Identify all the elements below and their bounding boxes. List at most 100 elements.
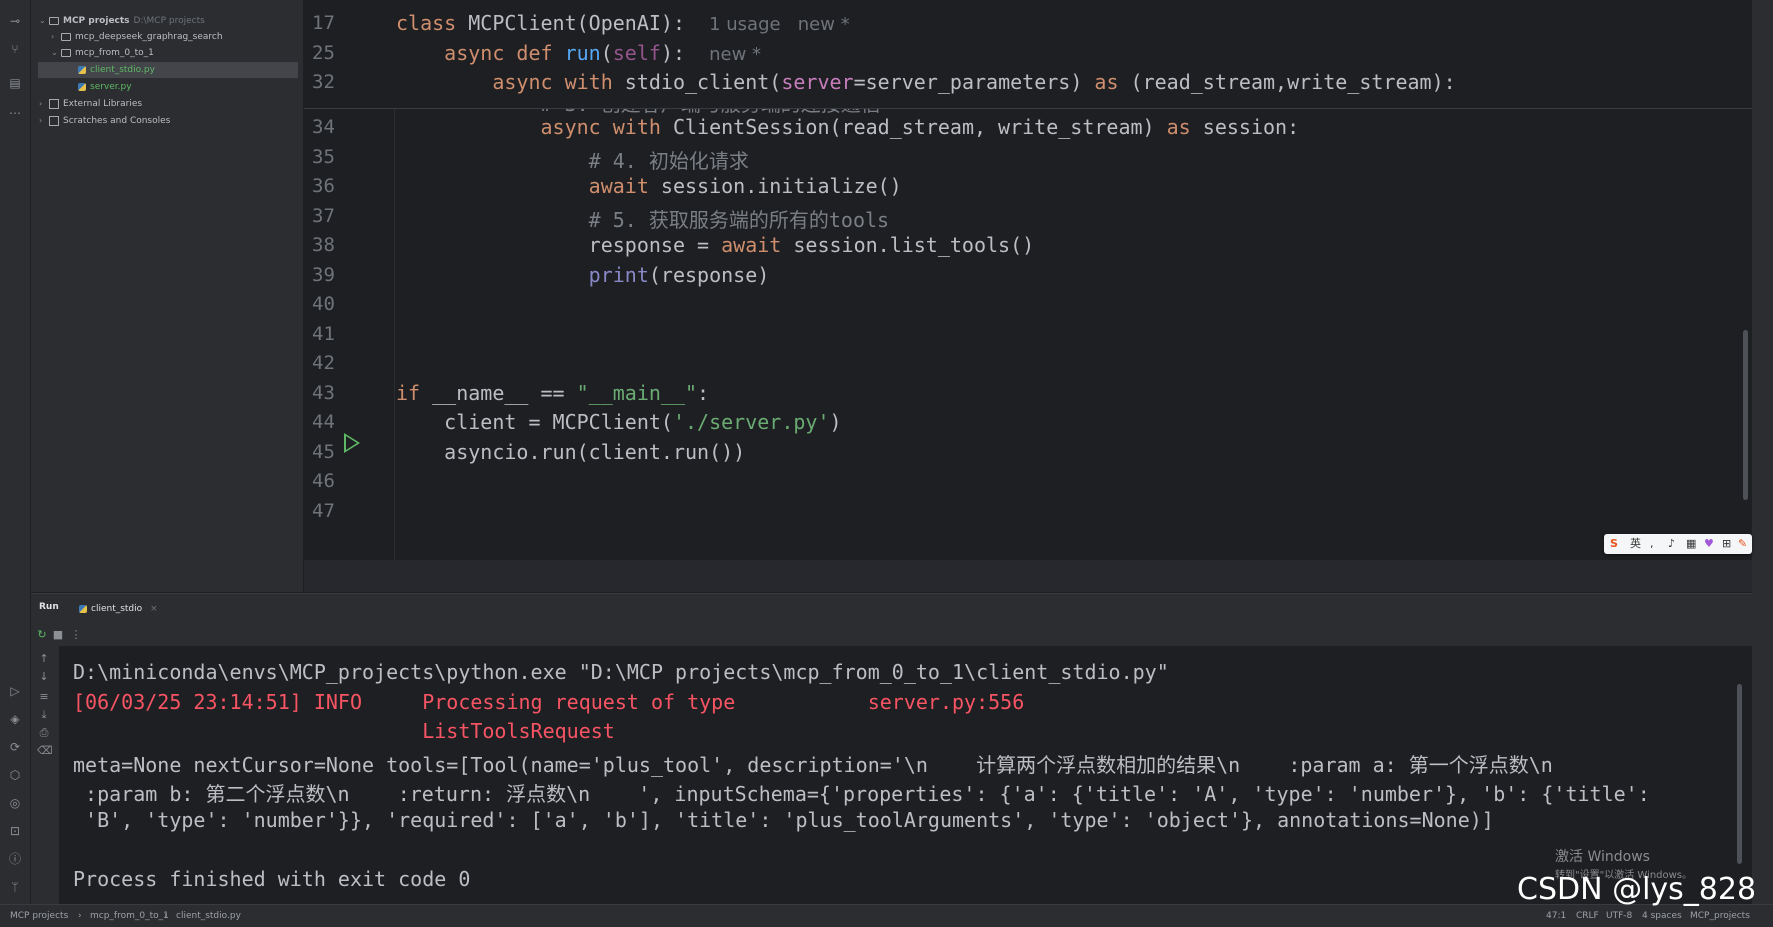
- run-tool-icon[interactable]: ▷: [6, 682, 24, 700]
- code-line: if __name__ == "__main__":: [396, 380, 710, 405]
- tree-item-client-stdio[interactable]: client_stdio.py: [38, 62, 298, 78]
- file-encoding[interactable]: UTF-8: [1606, 905, 1632, 927]
- settings-icon[interactable]: ✎: [1738, 536, 1747, 552]
- structure-icon[interactable]: ▤: [6, 74, 24, 92]
- scroll-to-end-icon[interactable]: ⤓: [37, 708, 51, 722]
- line-number: 38: [312, 234, 335, 256]
- run-gutter-icon[interactable]: [344, 433, 360, 453]
- packages-icon[interactable]: ⬡: [6, 766, 24, 784]
- run-side-toolbar: ↑ ↓ ≡ ⤓ ⎙ ⌫: [31, 646, 59, 905]
- line-number: 35: [312, 145, 335, 168]
- left-tool-strip: ⊸ ⑂ ▤ ⋯ ▷ ◈ ⟳ ⬡ ◎ ⊡ ⓘ ᛘ: [0, 0, 31, 926]
- line-number: 41: [312, 322, 335, 345]
- terminal-icon[interactable]: ⊡: [6, 822, 24, 840]
- clear-all-icon[interactable]: ⌫: [37, 744, 53, 758]
- scroll-down-icon[interactable]: ↓: [37, 670, 51, 684]
- close-icon[interactable]: ×: [150, 604, 158, 614]
- console-line: D:\miniconda\envs\MCP_projects\python.ex…: [73, 660, 1169, 684]
- scratches-icon: [49, 115, 59, 126]
- caret-position[interactable]: 47:1: [1546, 905, 1566, 927]
- run-toolbar: ↻ ■ ⋮: [31, 624, 1752, 646]
- indent-setting[interactable]: 4 spaces: [1642, 905, 1682, 927]
- microphone-icon[interactable]: ♪: [1668, 536, 1675, 552]
- python-interpreter[interactable]: MCP_projects: [1690, 905, 1750, 927]
- line-number: 40: [312, 293, 335, 315]
- line-number: 34: [312, 116, 335, 138]
- toolbox-icon[interactable]: ⊞: [1722, 536, 1731, 552]
- chevron-down-icon: ⌄: [51, 48, 58, 57]
- editor-scrollbar[interactable]: [1743, 330, 1748, 500]
- tree-item-scratches[interactable]: › Scratches and Consoles: [39, 113, 170, 129]
- line-number: 32: [312, 71, 335, 93]
- problems-icon[interactable]: ⓘ: [6, 850, 24, 868]
- line-number: 46: [312, 470, 335, 492]
- pull-requests-icon[interactable]: ⑂: [6, 40, 24, 58]
- more-options-icon[interactable]: ⋮: [69, 628, 83, 642]
- code-line: asyncio.run(client.run()): [396, 439, 746, 464]
- run-tool-window: Run client_stdio × ↻ ■ ⋮ ↑ ↓ ≡ ⤓ ⎙ ⌫ D:\m…: [31, 593, 1752, 905]
- stop-icon[interactable]: ■: [51, 628, 65, 642]
- right-tool-strip: [1752, 0, 1773, 926]
- code-line: async with stdio_client(server=server_pa…: [492, 70, 1456, 94]
- console-line: 'B', 'type': 'number'}}, 'required': ['a…: [73, 807, 1494, 832]
- line-number: 25: [312, 41, 335, 64]
- code-line: # 5. 获取服务端的所有的tools: [588, 207, 890, 232]
- csdn-watermark: CSDN @lys_828: [1517, 872, 1757, 907]
- code-line: print(response): [588, 262, 770, 287]
- line-ending[interactable]: CRLF: [1576, 905, 1599, 927]
- chevron-down-icon: ⌄: [39, 16, 46, 25]
- tree-root[interactable]: ⌄ MCP projects D:\MCP projects: [39, 13, 205, 29]
- sticky-lines[interactable]: 17 class MCPClient(OpenAI): 1 usage new *…: [304, 0, 1752, 109]
- console-scrollbar[interactable]: [1737, 684, 1742, 864]
- breadcrumb-folder[interactable]: mcp_from_0_to_1: [90, 905, 169, 927]
- line-number: 42: [312, 352, 335, 374]
- soft-wrap-icon[interactable]: ≡: [37, 690, 51, 704]
- python-file-icon: [79, 604, 87, 613]
- caret-row-highlight: [304, 560, 1752, 592]
- code-editor[interactable]: # 3. 创建客户端与服务端的连接通信34 async with ClientS…: [304, 0, 1752, 592]
- skin-icon[interactable]: ♥: [1704, 536, 1714, 552]
- line-number: 39: [312, 263, 335, 286]
- python-file-icon: [78, 82, 86, 91]
- services-icon[interactable]: ⟳: [6, 738, 24, 756]
- chevron-right-icon: ›: [51, 32, 55, 41]
- punctuation-icon[interactable]: ,: [1650, 536, 1654, 552]
- line-number: 37: [312, 204, 335, 227]
- commit-icon[interactable]: ⊸: [6, 12, 24, 30]
- console-line: ListToolsRequest: [73, 719, 615, 743]
- more-tools-icon[interactable]: ⋯: [6, 104, 24, 122]
- run-tab-client-stdio[interactable]: client_stdio ×: [71, 594, 166, 626]
- keyboard-icon[interactable]: ▦: [1686, 536, 1696, 552]
- code-line: await session.initialize(): [588, 174, 902, 198]
- tree-item-server[interactable]: server.py: [78, 79, 132, 95]
- tree-item-mcp-deepseek[interactable]: › mcp_deepseek_graphrag_search: [51, 29, 223, 45]
- windows-activation-title: 激活 Windows: [1555, 849, 1650, 865]
- code-line: # 4. 初始化请求: [588, 148, 749, 173]
- console-line: meta=None nextCursor=None tools=[Tool(na…: [73, 752, 1553, 777]
- console-line: :param b: 第二个浮点数\n :return: 浮点数\n ', inp…: [73, 782, 1650, 806]
- ime-toolbar[interactable]: S 英 , ♪ ▦ ♥ ⊞ ✎: [1604, 534, 1752, 554]
- rerun-icon[interactable]: ↻: [35, 628, 49, 642]
- tree-item-external-libraries[interactable]: › External Libraries: [39, 96, 142, 112]
- breadcrumb-separator-icon: ›: [78, 911, 82, 921]
- git-icon[interactable]: ᛘ: [6, 878, 24, 896]
- breadcrumb-project[interactable]: MCP projects: [10, 905, 68, 927]
- tree-item-mcp-from-0-to-1[interactable]: ⌄ mcp_from_0_to_1: [51, 45, 154, 61]
- line-number: 17: [312, 12, 335, 34]
- breadcrumb-file[interactable]: client_stdio.py: [176, 905, 241, 927]
- chevron-right-icon: ›: [39, 99, 43, 108]
- print-icon[interactable]: ⎙: [37, 726, 51, 740]
- code-line: async with ClientSession(read_stream, wr…: [540, 115, 1300, 139]
- library-icon: [49, 98, 59, 109]
- line-number: 47: [312, 499, 335, 522]
- layers-icon[interactable]: ◈: [6, 710, 24, 728]
- python-console-icon[interactable]: ◎: [6, 794, 24, 812]
- breadcrumb-separator-icon: ›: [164, 911, 168, 921]
- folder-icon: [49, 16, 59, 25]
- scroll-up-icon[interactable]: ↑: [37, 652, 51, 666]
- line-number: 43: [312, 381, 335, 404]
- python-file-icon: [78, 65, 86, 74]
- sogou-logo-icon: S: [1610, 537, 1618, 550]
- code-line: response = await session.list_tools(): [396, 233, 1035, 257]
- ime-language[interactable]: 英: [1630, 536, 1641, 552]
